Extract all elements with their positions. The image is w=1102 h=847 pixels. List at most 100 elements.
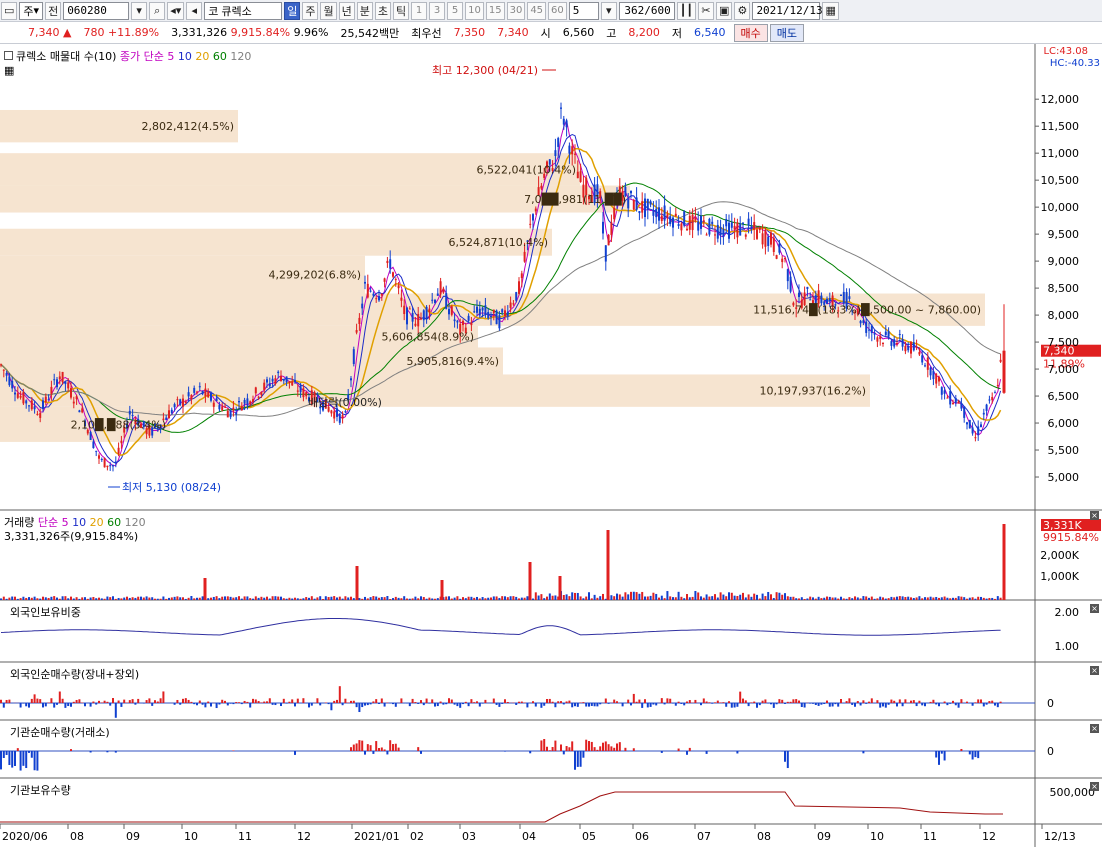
date-input[interactable]: 2021/12/13 — [752, 1, 823, 20]
volume-bar — [260, 596, 263, 600]
chart-menu-icon[interactable] — [4, 51, 13, 60]
volume-bar — [254, 596, 257, 600]
candle-body — [44, 396, 47, 403]
inst-net-bar — [632, 748, 635, 751]
prev-button[interactable]: 전 — [45, 1, 62, 20]
search-icon[interactable]: ⌕ — [149, 1, 166, 20]
candle-body — [235, 412, 238, 415]
sell-button[interactable]: 매도 — [769, 23, 804, 42]
close-foreign-net-pane-icon[interactable]: × — [1090, 666, 1099, 675]
stock-name-field[interactable]: 코 큐렉소 — [204, 1, 283, 20]
volume-bar — [924, 597, 926, 600]
volume-bar — [162, 596, 165, 600]
period-month[interactable]: 월 — [320, 1, 337, 20]
candle-body — [106, 465, 109, 468]
interval-10[interactable]: 10 — [465, 1, 484, 20]
volume-bar — [711, 596, 714, 600]
chart-area[interactable]: 2,802,412(4.5%) 6,522,041(10.4%) 7,0██,981… — [0, 44, 1102, 847]
inst-net-bar — [375, 741, 378, 751]
volume-bar — [207, 598, 210, 600]
volume-bar — [677, 591, 680, 600]
period-week[interactable]: 주 — [302, 1, 319, 20]
volume-bar — [602, 593, 604, 600]
volume-bar — [504, 596, 506, 600]
volume-bar — [145, 596, 148, 600]
count-input[interactable]: 362/600 — [618, 1, 675, 20]
foreign-net-bar — [862, 700, 865, 703]
foreign-net-bar — [551, 701, 554, 703]
candle-body — [277, 371, 280, 374]
interval-60[interactable]: 60 — [548, 1, 567, 20]
foreign-net-bar — [814, 703, 817, 705]
interval-3[interactable]: 3 — [429, 1, 446, 20]
close-volume-pane-icon[interactable]: × — [1090, 511, 1099, 520]
close-inst-net-pane-icon[interactable]: × — [1090, 724, 1099, 733]
period-second[interactable]: 초 — [374, 1, 391, 20]
foreign-net-bar — [728, 701, 730, 703]
tools-icon[interactable]: ✂ — [698, 1, 715, 20]
inst-net-bar — [420, 751, 422, 754]
volume-bar — [778, 592, 781, 600]
candle-body — [364, 281, 366, 284]
close-foreign-hold-pane-icon[interactable]: × — [1090, 604, 1099, 613]
candle-body — [758, 227, 761, 230]
volume-bar — [394, 596, 397, 600]
close-inst-hold-pane-icon[interactable]: × — [1090, 782, 1099, 791]
calendar-icon[interactable]: ▦ — [822, 1, 839, 20]
grid-toggle-icon[interactable]: ▦ — [4, 64, 14, 77]
interval-15[interactable]: 15 — [485, 1, 505, 20]
candle-body — [966, 422, 968, 425]
interval-input[interactable]: 5 — [568, 1, 599, 20]
lc-readout: LC:43.08 — [1043, 46, 1088, 57]
foreign-net-bar — [257, 701, 260, 703]
market-select[interactable]: 주 ▾ — [19, 1, 44, 20]
foreign-net-bar — [546, 699, 548, 703]
volume-bar — [322, 598, 324, 600]
candle-body — [932, 370, 935, 380]
foreign-net-bar — [375, 699, 378, 703]
foreign-net-bar — [812, 703, 814, 704]
foreign-net-bar — [190, 701, 193, 703]
foreign-net-bar — [708, 702, 711, 703]
volume-bar — [240, 598, 243, 600]
foreign-net-bar — [534, 703, 537, 707]
chart-canvas[interactable]: 2,802,412(4.5%) 6,522,041(10.4%) 7,0██,981… — [0, 44, 1102, 847]
foreign-net-bar — [694, 699, 697, 703]
x-tick-label: 2020/06 — [2, 830, 48, 843]
period-tick[interactable]: 틱 — [392, 1, 410, 20]
foreign-net-bar — [8, 699, 11, 703]
interval-5[interactable]: 5 — [447, 1, 464, 20]
window-menu-icon[interactable]: ▭ — [1, 1, 18, 20]
volume-profile-label: 11,516,74█(18.3%)█,500.00 ~ 7,860.00) — [753, 303, 981, 317]
code-dropdown-icon[interactable]: ▾ — [131, 1, 148, 20]
interval-dropdown-icon[interactable]: ▾ — [600, 1, 617, 20]
volume-bar — [957, 596, 960, 600]
foreign-net-bar — [215, 703, 218, 709]
candle-body — [980, 424, 982, 428]
buy-button[interactable]: 매수 — [733, 23, 768, 42]
foreign-net-bar — [893, 700, 896, 703]
candle-body — [470, 322, 473, 326]
save-icon[interactable]: ▣ — [716, 1, 733, 20]
volume-bar — [697, 592, 700, 600]
foreign-net-bar — [999, 701, 1002, 703]
foreign-net-bar — [904, 699, 907, 703]
interval-1[interactable]: 1 — [411, 1, 428, 20]
period-day[interactable]: 일 — [284, 1, 301, 20]
candle-icon[interactable]: ┃┃ — [676, 1, 697, 20]
interval-45[interactable]: 45 — [527, 1, 547, 20]
gear-icon[interactable]: ⚙ — [734, 1, 751, 20]
left-arrow-icon[interactable]: ◂ — [186, 1, 203, 20]
candle-body — [100, 458, 103, 460]
interval-30[interactable]: 30 — [506, 1, 526, 20]
foreign-net-bar — [378, 703, 380, 704]
period-minute[interactable]: 분 — [356, 1, 373, 20]
sound-icon[interactable]: ◂▾ — [167, 1, 185, 20]
candle-body — [361, 303, 364, 309]
foreign-net-bar — [568, 700, 571, 703]
candle-body — [453, 319, 456, 322]
stock-code-input[interactable]: 060280 — [63, 1, 130, 20]
volume-bar — [966, 598, 968, 600]
period-year[interactable]: 년 — [338, 1, 355, 20]
candle-body — [946, 397, 949, 399]
